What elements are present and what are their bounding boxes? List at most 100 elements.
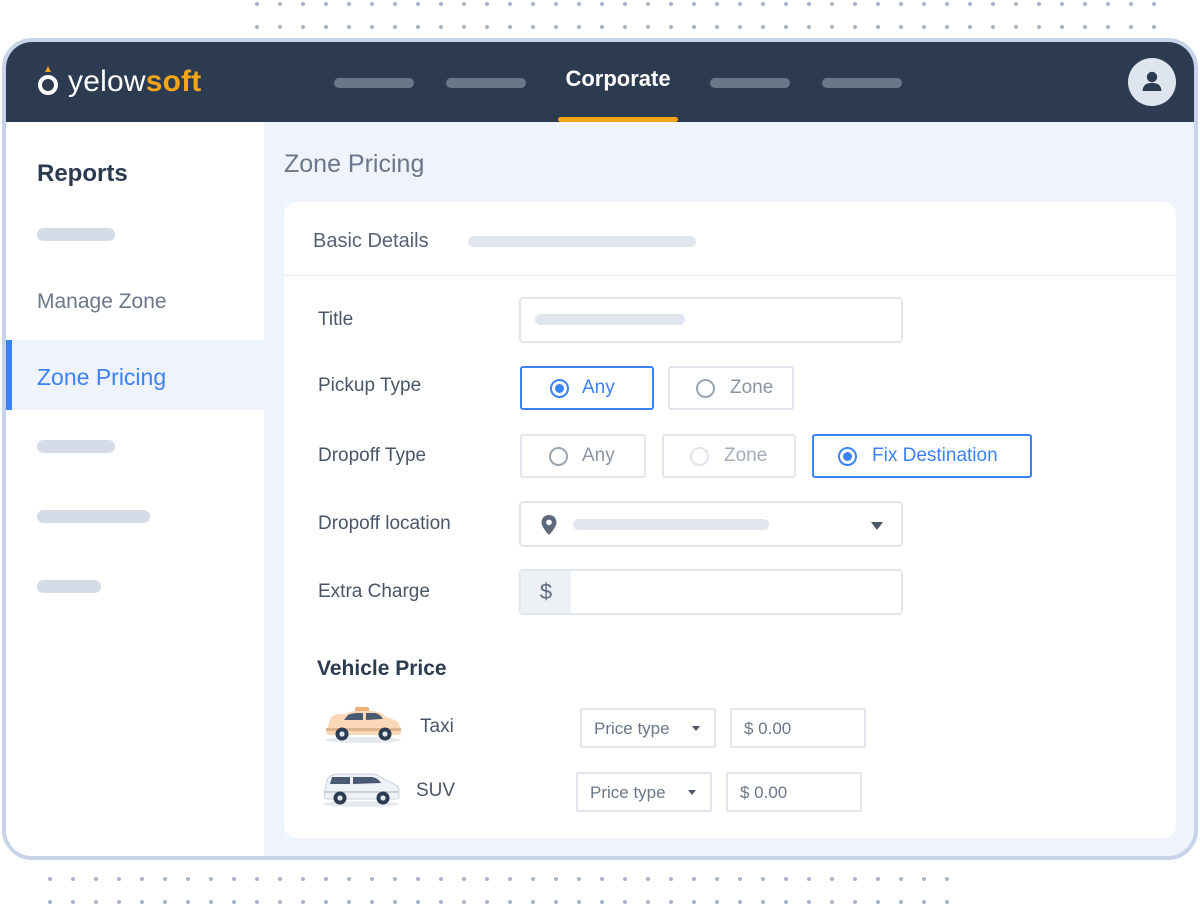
dot [508, 25, 512, 29]
dot [301, 900, 305, 904]
dot [669, 877, 673, 881]
dot [1037, 2, 1041, 6]
dropoff-location-select[interactable] [519, 501, 903, 547]
dot [738, 877, 742, 881]
dot [991, 2, 995, 6]
nav-item-placeholder[interactable] [334, 78, 414, 88]
dot [370, 900, 374, 904]
dot [439, 900, 443, 904]
dot [669, 2, 673, 6]
dot [922, 900, 926, 904]
dot [278, 25, 282, 29]
dot [1106, 25, 1110, 29]
dot [531, 2, 535, 6]
pickup-option-any[interactable]: Any [520, 366, 654, 410]
dot [324, 2, 328, 6]
nav-item-corporate[interactable]: Corporate [558, 66, 678, 92]
dot [416, 900, 420, 904]
dot [508, 900, 512, 904]
dot [761, 877, 765, 881]
dot [692, 900, 696, 904]
price-input-taxi[interactable]: $ 0.00 [730, 708, 866, 748]
sidebar-item-placeholder[interactable] [37, 440, 115, 453]
extra-charge-input[interactable]: $ [519, 569, 903, 615]
dot [531, 25, 535, 29]
radio-icon [838, 447, 857, 466]
dot [715, 2, 719, 6]
dot [71, 900, 75, 904]
sidebar-title: Reports [37, 160, 128, 187]
dot [577, 900, 581, 904]
dot [784, 900, 788, 904]
dot [255, 25, 259, 29]
dot [393, 2, 397, 6]
sidebar-item-placeholder[interactable] [37, 580, 101, 593]
pickup-option-zone[interactable]: Zone [668, 366, 794, 410]
dot [692, 877, 696, 881]
user-avatar[interactable] [1128, 58, 1176, 106]
sidebar-item-placeholder[interactable] [37, 228, 115, 241]
dot [876, 2, 880, 6]
sidebar-item-zone-pricing[interactable]: Zone Pricing [6, 340, 264, 410]
dot [48, 877, 52, 881]
dot [945, 25, 949, 29]
dot [577, 25, 581, 29]
dot [922, 877, 926, 881]
dot [577, 877, 581, 881]
dot [784, 2, 788, 6]
dot [1014, 2, 1018, 6]
top-navbar: yelowsoft Corporate [6, 42, 1194, 122]
sidebar-item-manage-zone[interactable]: Manage Zone [37, 290, 167, 314]
user-icon [1142, 71, 1162, 91]
dot [830, 900, 834, 904]
dot [577, 2, 581, 6]
dot [209, 877, 213, 881]
dropoff-option-fix-destination[interactable]: Fix Destination [812, 434, 1032, 478]
caret-down-icon [692, 726, 700, 731]
dot [646, 25, 650, 29]
dot [807, 877, 811, 881]
dot [439, 2, 443, 6]
dropoff-option-any[interactable]: Any [520, 434, 646, 478]
dot [485, 900, 489, 904]
dot [140, 900, 144, 904]
dot [94, 900, 98, 904]
dot [945, 900, 949, 904]
dropoff-option-zone[interactable]: Zone [662, 434, 796, 478]
dot [554, 25, 558, 29]
dot [1060, 2, 1064, 6]
active-indicator [6, 340, 12, 410]
zone-pricing-form: Basic Details Title Pickup Type Any Zone… [284, 202, 1176, 838]
dot [485, 25, 489, 29]
dot [669, 900, 673, 904]
section-header: Basic Details [284, 202, 1176, 276]
input-placeholder-bar [535, 314, 685, 325]
dot [554, 900, 558, 904]
price-type-select-suv[interactable]: Price type [576, 772, 712, 812]
brand-logo[interactable]: yelowsoft [38, 62, 202, 102]
price-type-select-taxi[interactable]: Price type [580, 708, 716, 748]
price-input-suv[interactable]: $ 0.00 [726, 772, 862, 812]
nav-item-placeholder[interactable] [710, 78, 790, 88]
dropoff-location-label: Dropoff location [318, 513, 451, 534]
sidebar-item-placeholder[interactable] [37, 510, 150, 523]
dot [462, 900, 466, 904]
logo-mark-icon [38, 66, 58, 95]
dot [186, 877, 190, 881]
radio-icon [549, 447, 568, 466]
title-input[interactable] [519, 297, 903, 343]
dot [1014, 25, 1018, 29]
nav-item-placeholder[interactable] [822, 78, 902, 88]
vehicle-name-taxi: Taxi [420, 716, 454, 737]
dot [462, 2, 466, 6]
dropoff-type-label: Dropoff Type [318, 445, 427, 466]
dot [255, 877, 259, 881]
dot [209, 900, 213, 904]
select-placeholder-bar [573, 519, 769, 530]
dot [393, 877, 397, 881]
dot [922, 25, 926, 29]
dot [761, 2, 765, 6]
dot [163, 900, 167, 904]
dot [370, 877, 374, 881]
nav-item-placeholder[interactable] [446, 78, 526, 88]
